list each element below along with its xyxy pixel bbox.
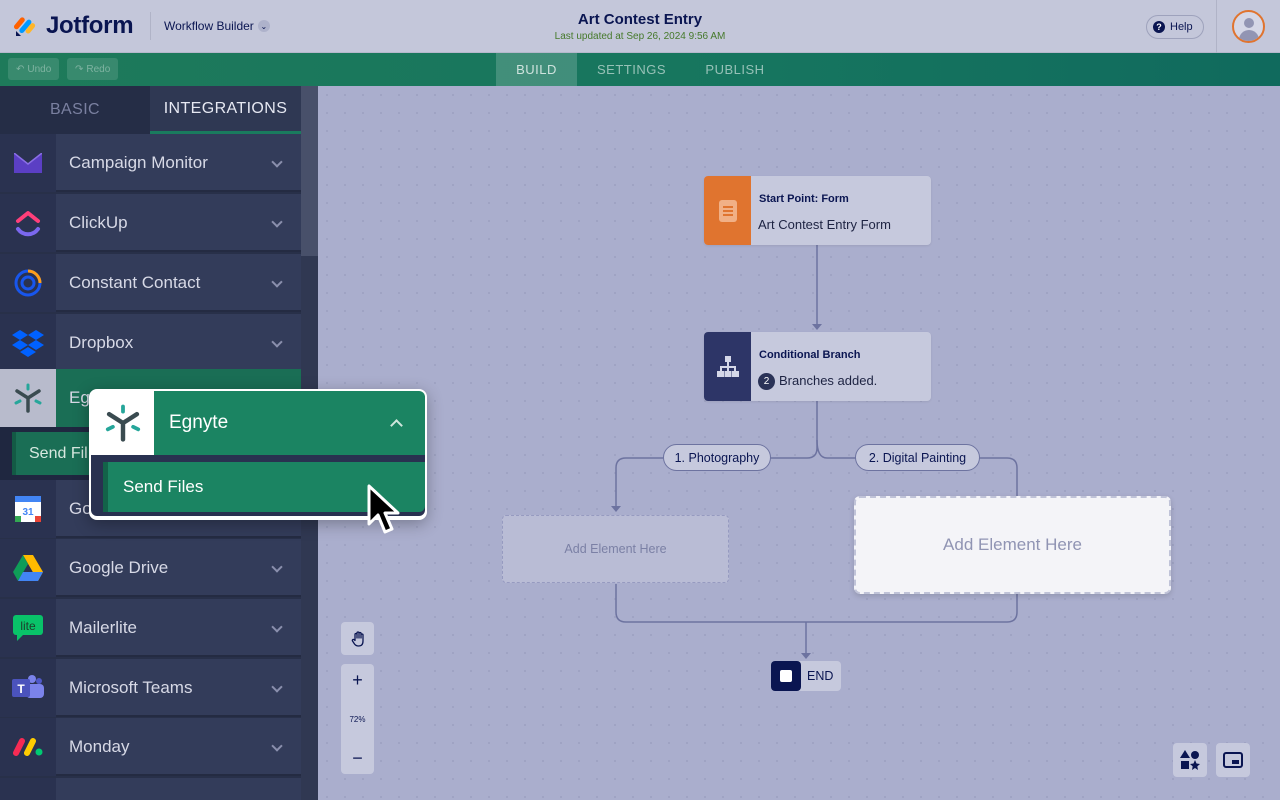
stop-icon [771, 661, 801, 691]
branch-count-text: Branches added. [779, 373, 878, 388]
popup-title: Egnyte [169, 412, 229, 433]
minimap-button[interactable] [1216, 743, 1250, 777]
branch-icon [704, 332, 751, 401]
pan-tool-button[interactable] [341, 622, 374, 655]
zoom-level: 72% [349, 714, 366, 724]
end-node[interactable]: END [771, 661, 841, 691]
hand-icon [351, 630, 364, 647]
node-title: Conditional Branch [759, 349, 861, 361]
mouse-cursor-icon [367, 484, 400, 534]
form-icon [704, 176, 751, 245]
zoom-in-button[interactable]: + [352, 670, 363, 690]
conditional-branch-node[interactable]: Conditional Branch 2 Branches added. [704, 332, 931, 401]
branch-count-badge: 2 [758, 373, 775, 391]
end-label: END [807, 669, 834, 683]
shapes-icon [1180, 750, 1200, 770]
egnyte-icon [105, 404, 140, 442]
branch-label-digital-painting[interactable]: 2. Digital Painting [855, 444, 980, 471]
zoom-controls: + 72% − [341, 664, 374, 774]
minimap-icon [1223, 752, 1243, 768]
node-subtitle: 2 Branches added. [758, 373, 878, 391]
start-point-node[interactable]: Start Point: Form Art Contest Entry Form [704, 176, 931, 245]
add-element-drop-target[interactable]: Add Element Here [854, 496, 1171, 594]
popup-header[interactable]: Egnyte [91, 391, 425, 455]
node-title: Start Point: Form [759, 193, 849, 205]
add-element-placeholder[interactable]: Add Element Here [502, 515, 729, 583]
popup-icon-box [91, 391, 154, 455]
branch-label-photography[interactable]: 1. Photography [663, 444, 771, 471]
popup-title-box: Egnyte [154, 391, 425, 455]
chevron-up-icon[interactable] [390, 419, 403, 432]
action-label: Send Files [123, 477, 204, 496]
zoom-out-button[interactable]: − [352, 748, 363, 768]
node-subtitle: Art Contest Entry Form [758, 217, 891, 232]
elements-button[interactable] [1173, 743, 1207, 777]
